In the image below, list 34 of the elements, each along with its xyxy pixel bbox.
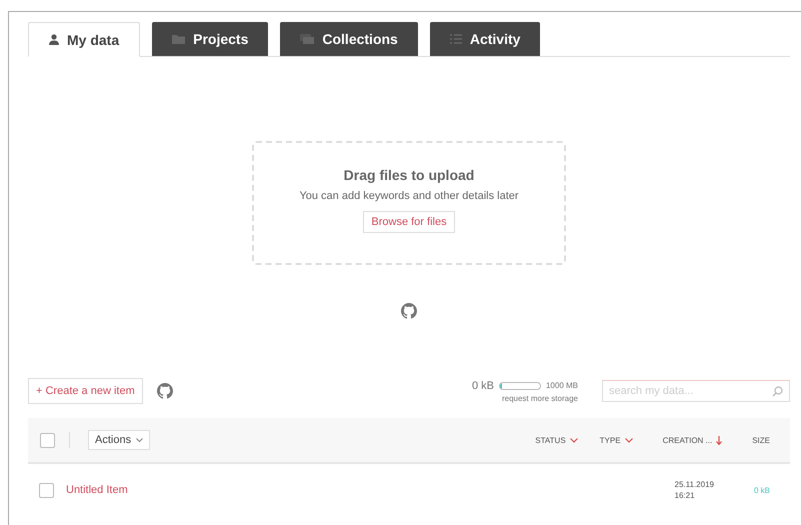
column-header[interactable]: TYPE xyxy=(600,436,633,444)
storage-limit: 1000 MB xyxy=(546,381,578,390)
dropzone-title: Drag files to upload xyxy=(344,167,474,183)
column-header[interactable]: SIZE xyxy=(752,436,770,444)
person-icon xyxy=(49,34,59,45)
creation-time: 16:21 xyxy=(674,491,696,500)
item-title-link[interactable]: Untitled Item xyxy=(66,484,128,496)
create-item-button[interactable]: + Create a new item xyxy=(28,378,143,404)
column-header[interactable]: CREATION ... xyxy=(662,436,722,444)
dropzone-hint: You can add keywords and other details later xyxy=(299,190,519,202)
github-icon[interactable] xyxy=(401,303,417,319)
tab[interactable]: Collections xyxy=(280,22,418,56)
tab[interactable]: My data xyxy=(28,22,140,57)
stack-icon xyxy=(300,34,314,44)
list-icon xyxy=(450,34,462,44)
browse-button[interactable]: Browse for files xyxy=(363,211,455,233)
item-size: 0 kB xyxy=(754,486,770,494)
select-all-checkbox[interactable] xyxy=(40,432,55,448)
tab[interactable]: Activity xyxy=(430,22,540,56)
storage-used: 0 kB xyxy=(472,380,494,392)
github-icon[interactable] xyxy=(156,383,173,399)
caret-icon xyxy=(570,438,578,442)
caret-icon xyxy=(136,438,144,442)
sort-down-icon xyxy=(716,436,722,444)
tab[interactable]: Projects xyxy=(152,22,268,56)
dropzone[interactable]: Drag files to upload You can add keywords and other details later Browse for files xyxy=(252,141,566,265)
column-header[interactable]: STATUS xyxy=(535,436,578,444)
caret-icon xyxy=(624,438,633,442)
row-checkbox[interactable] xyxy=(39,482,54,498)
folder-icon xyxy=(172,34,186,44)
creation-date: 25.11.2019 xyxy=(674,480,714,489)
actions-dropdown[interactable]: Actions xyxy=(88,430,150,450)
search-icon xyxy=(772,386,783,397)
request-storage-link[interactable]: request more storage xyxy=(502,394,578,402)
